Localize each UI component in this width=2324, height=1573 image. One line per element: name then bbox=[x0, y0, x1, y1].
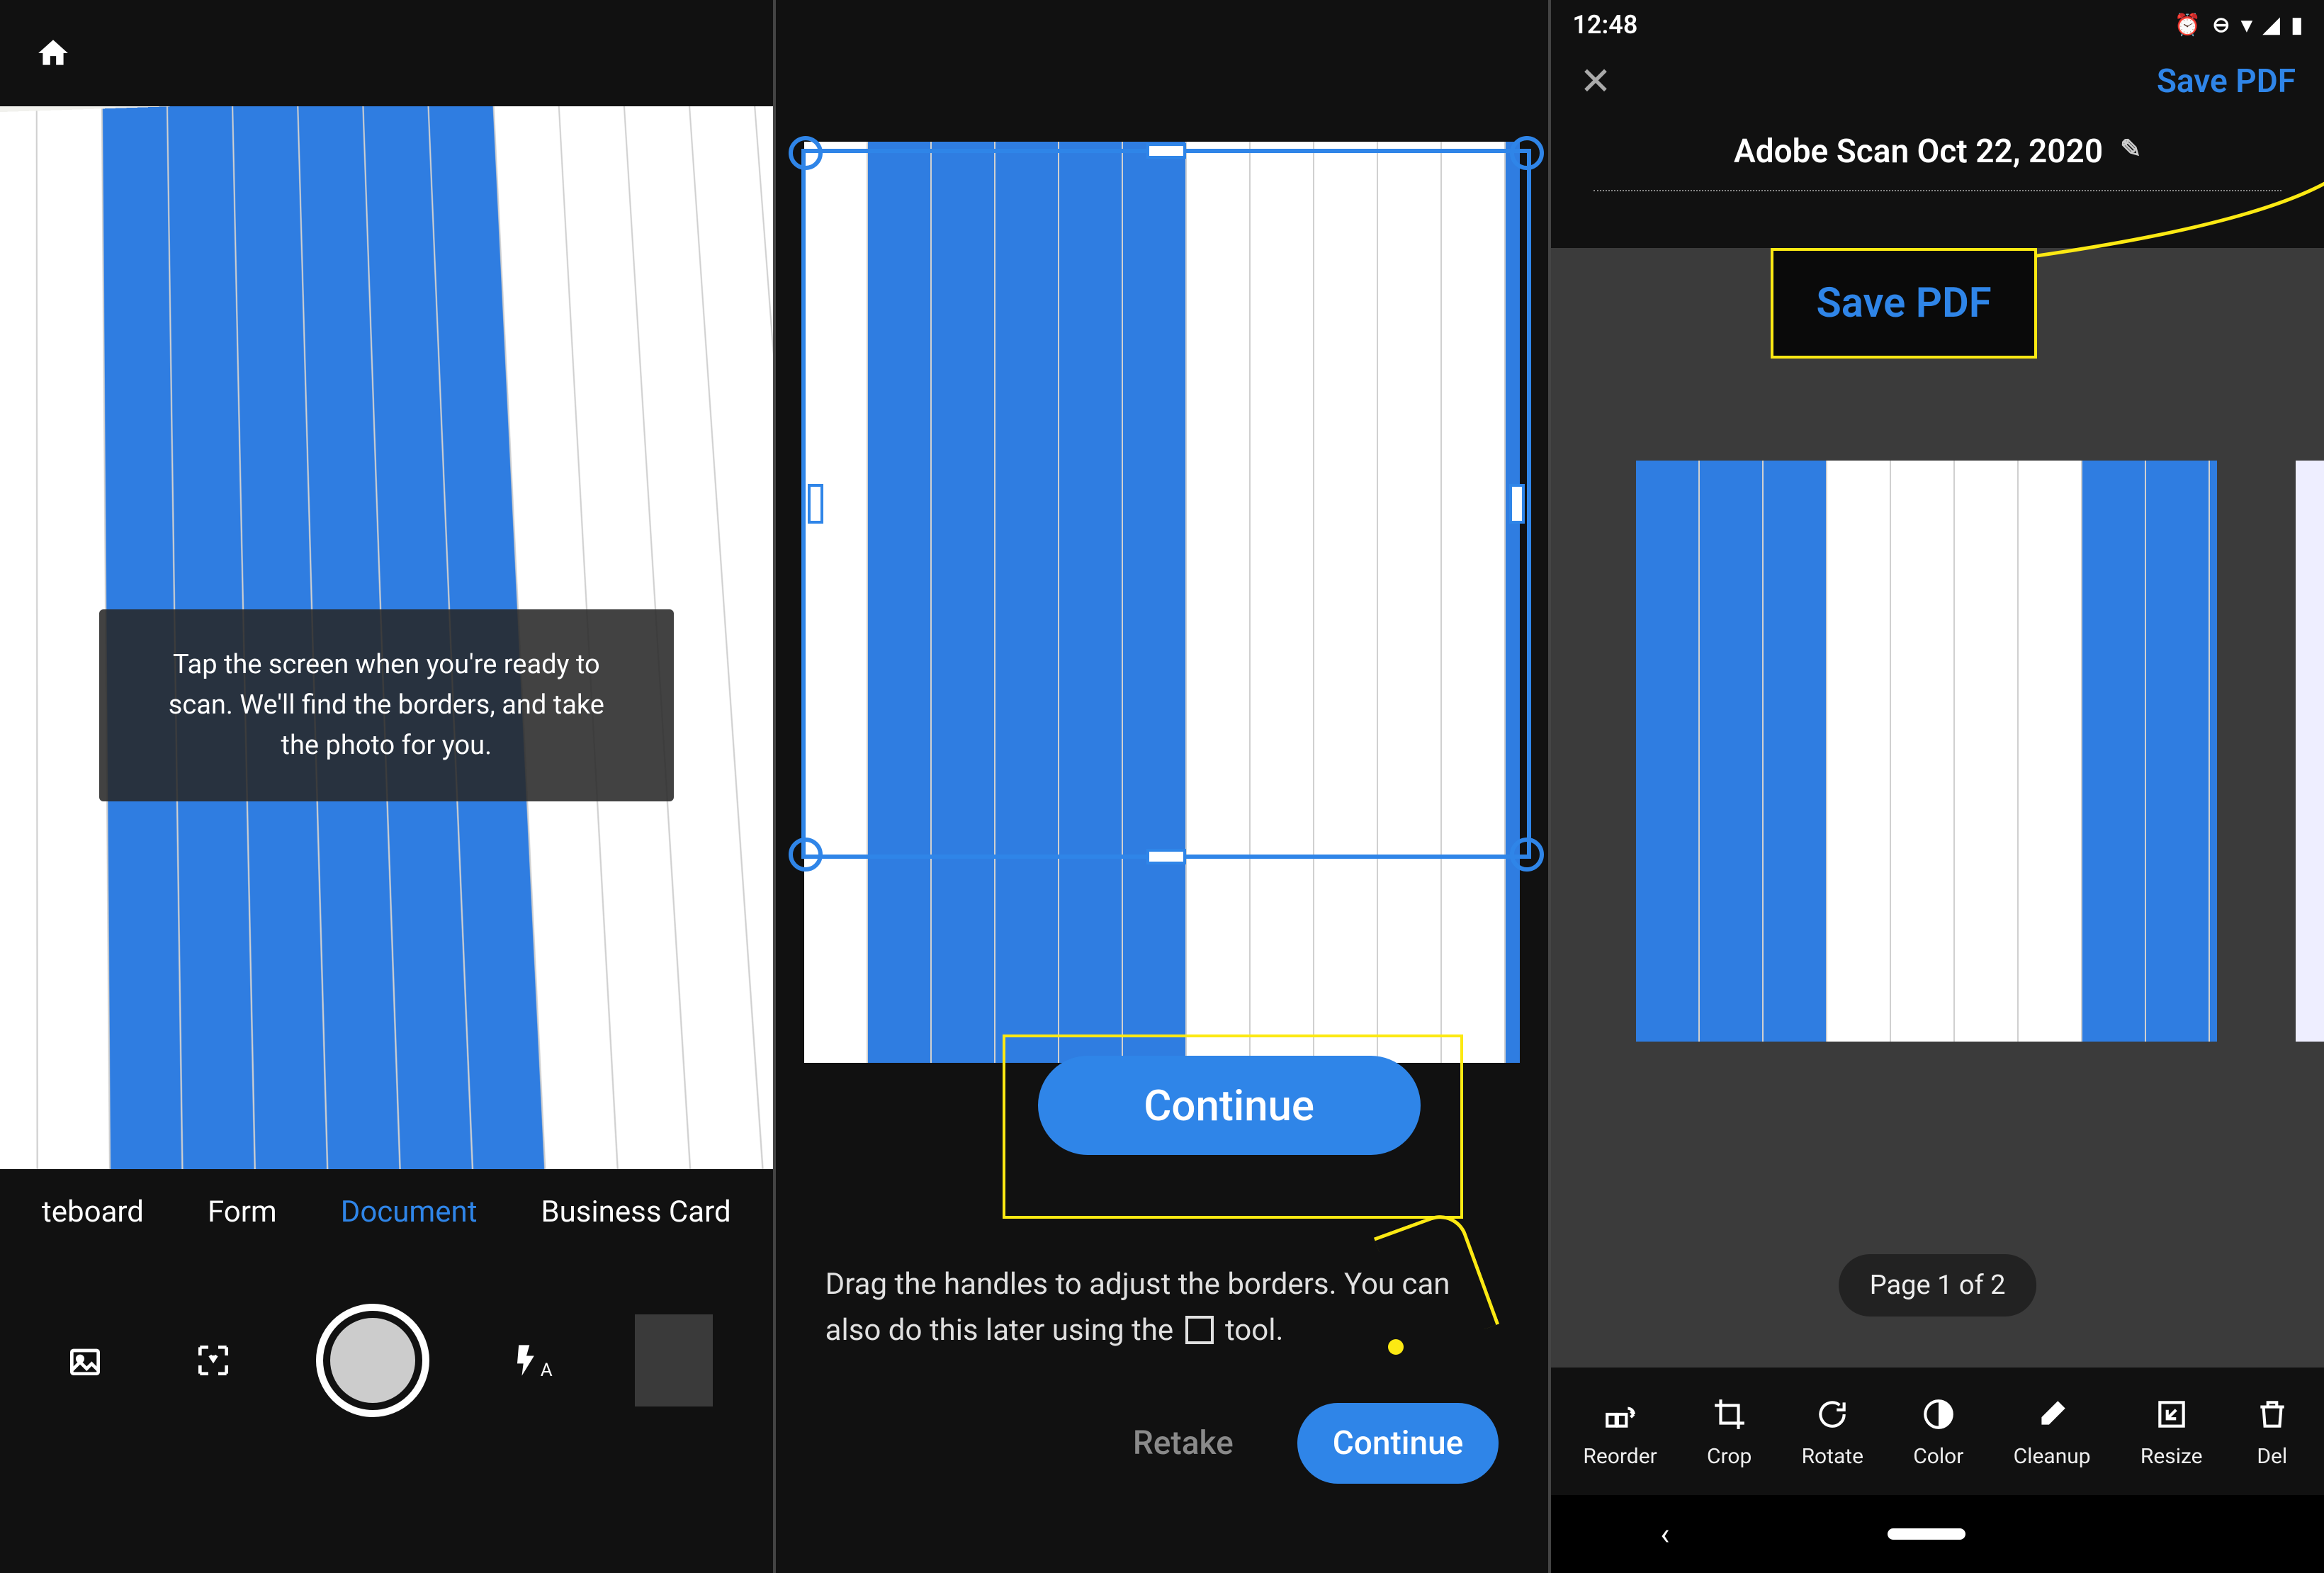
page-indicator: Page 1 of 2 bbox=[1839, 1254, 2037, 1317]
status-bar: 12:48 ⏰ ⊖ ▾ ◢ ▮ bbox=[1551, 0, 2324, 50]
crop-handle-tl[interactable] bbox=[789, 136, 823, 170]
tool-cleanup[interactable]: Cleanup bbox=[2014, 1394, 2091, 1469]
home-icon[interactable] bbox=[35, 35, 71, 71]
nav-back-icon[interactable]: ‹ bbox=[1660, 1516, 1669, 1552]
highlight-save-pdf: Save PDF bbox=[1771, 248, 2036, 359]
close-icon[interactable]: ✕ bbox=[1579, 59, 1611, 104]
document-title-text: Adobe Scan Oct 22, 2020 bbox=[1734, 133, 2103, 171]
status-icons: ⏰ ⊖ ▾ ◢ ▮ bbox=[2174, 13, 2303, 38]
crop-handle-tr[interactable] bbox=[1510, 136, 1544, 170]
shutter-inner bbox=[330, 1318, 415, 1403]
review-main-area: Page 1 of 2 bbox=[1551, 248, 2324, 1368]
pencil-icon[interactable]: ✎ bbox=[2120, 134, 2141, 164]
save-pdf-button[interactable]: Save PDF bbox=[2157, 62, 2296, 101]
dnd-icon: ⊖ bbox=[2212, 13, 2230, 38]
panel-adjust-borders: Continue Drag the handles to adjust the … bbox=[776, 0, 1549, 1573]
nav-home-pill[interactable] bbox=[1888, 1528, 1965, 1540]
edit-toolbar: Reorder Crop Rotate Color Cleanup Resize… bbox=[1551, 1368, 2324, 1495]
topbar bbox=[0, 0, 773, 106]
crop-handle-bl[interactable] bbox=[789, 838, 823, 872]
continue-button[interactable]: Continue bbox=[1297, 1403, 1499, 1484]
resize-icon bbox=[2152, 1394, 2192, 1434]
tool-crop[interactable]: Crop bbox=[1707, 1394, 1752, 1469]
crop-icon bbox=[1710, 1394, 1749, 1434]
eraser-icon bbox=[2032, 1394, 2072, 1434]
android-nav-bar: ‹ bbox=[1551, 1495, 2324, 1573]
tool-delete[interactable]: Del bbox=[2252, 1394, 2292, 1469]
scanned-document-preview bbox=[1636, 461, 2217, 1042]
tool-rotate[interactable]: Rotate bbox=[1802, 1394, 1863, 1469]
panel-scan-capture: Tap the screen when you're ready to scan… bbox=[0, 0, 773, 1573]
color-icon bbox=[1919, 1394, 1958, 1434]
rotate-icon bbox=[1812, 1394, 1852, 1434]
review-header: ✕ Save PDF bbox=[1551, 50, 2324, 113]
crop-rect[interactable] bbox=[801, 149, 1531, 859]
mode-business-card[interactable]: Business Card bbox=[541, 1195, 731, 1229]
camera-viewfinder[interactable]: Tap the screen when you're ready to scan… bbox=[0, 106, 773, 1169]
document-title[interactable]: Adobe Scan Oct 22, 2020 ✎ bbox=[1593, 113, 2281, 191]
captured-thumbnail[interactable] bbox=[635, 1314, 713, 1406]
capture-mode-tabs: teboard Form Document Business Card bbox=[0, 1169, 773, 1254]
flash-icon[interactable]: A bbox=[507, 1335, 558, 1386]
capture-toolbar: A bbox=[0, 1254, 773, 1467]
adjust-borders-hint: Drag the handles to adjust the borders. … bbox=[825, 1261, 1499, 1353]
panel-review-save: 12:48 ⏰ ⊖ ▾ ◢ ▮ ✕ Save PDF Adobe Scan Oc… bbox=[1551, 0, 2324, 1573]
status-time: 12:48 bbox=[1572, 10, 1637, 40]
auto-capture-icon[interactable] bbox=[188, 1335, 239, 1386]
crop-handle-right[interactable] bbox=[1509, 484, 1525, 524]
reorder-icon bbox=[1601, 1394, 1640, 1434]
wifi-icon: ▾ bbox=[2241, 13, 2252, 38]
tool-reorder[interactable]: Reorder bbox=[1583, 1394, 1657, 1469]
crop-bottom-bar: Retake Continue bbox=[776, 1403, 1549, 1484]
signal-icon: ◢ bbox=[2263, 13, 2279, 38]
mode-form[interactable]: Form bbox=[208, 1195, 277, 1229]
mode-whiteboard[interactable]: teboard bbox=[42, 1195, 144, 1229]
alarm-icon: ⏰ bbox=[2174, 13, 2201, 38]
battery-icon: ▮ bbox=[2291, 13, 2303, 38]
crop-icon bbox=[1185, 1316, 1214, 1344]
gallery-icon[interactable] bbox=[60, 1335, 111, 1386]
shutter-button[interactable] bbox=[316, 1304, 429, 1417]
page-thumbnail-1[interactable] bbox=[1636, 461, 2217, 1042]
crop-handle-left[interactable] bbox=[808, 484, 823, 524]
tool-resize[interactable]: Resize bbox=[2140, 1394, 2203, 1469]
trash-icon bbox=[2252, 1394, 2292, 1434]
continue-button-large[interactable]: Continue bbox=[1038, 1056, 1421, 1155]
tool-color[interactable]: Color bbox=[1913, 1394, 1963, 1469]
crop-handle-bottom[interactable] bbox=[1146, 849, 1186, 864]
scan-tip-tooltip: Tap the screen when you're ready to scan… bbox=[99, 609, 674, 801]
page-thumbnail-2[interactable] bbox=[2296, 461, 2324, 1042]
mode-document[interactable]: Document bbox=[341, 1195, 478, 1229]
crop-handle-top[interactable] bbox=[1146, 143, 1186, 159]
retake-button[interactable]: Retake bbox=[1133, 1424, 1234, 1462]
crop-handle-br[interactable] bbox=[1510, 838, 1544, 872]
